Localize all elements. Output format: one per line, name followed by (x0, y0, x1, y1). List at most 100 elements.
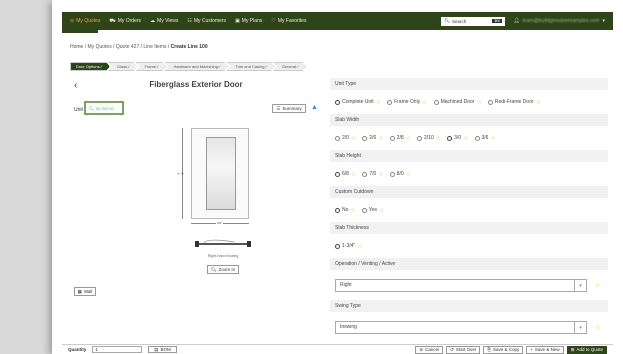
door-preview (191, 128, 249, 219)
radio-option[interactable]: 2/10 ☆ (417, 135, 441, 142)
door-title: Fiberglass Exterior Door (149, 80, 243, 89)
radio-icon[interactable] (417, 135, 423, 141)
radio-selected-icon[interactable] (335, 207, 340, 213)
radio-option[interactable]: Yes ☆ (361, 207, 384, 214)
radio-option[interactable]: 8/0 ☆ (389, 171, 411, 178)
wall-label: Wall (83, 289, 93, 294)
star-icon[interactable]: ☆ (436, 135, 441, 142)
star-icon[interactable]: ☆ (379, 207, 384, 214)
radio-icon[interactable] (387, 99, 393, 105)
step-label: Frame (144, 64, 157, 69)
chevron-down-icon: ▾ (574, 321, 586, 334)
breadcrumb-item[interactable]: Line Items (143, 44, 166, 50)
summary-button[interactable]: ☰ Summary (272, 104, 306, 113)
radio-option[interactable]: 2/0 ☆ (335, 135, 356, 142)
radio-icon[interactable] (361, 207, 367, 213)
cancel-button[interactable]: ⊘ Cancel (415, 345, 444, 354)
nav-item-label: My Views (157, 18, 179, 24)
unit-price-button[interactable]: 🔍︎ $1,000.00 (84, 101, 124, 115)
star-icon[interactable]: ☆ (463, 135, 468, 142)
add-to-quote-button[interactable]: ⊞ Add to Quote (566, 345, 607, 354)
chevron-down-icon: ▾ (574, 279, 586, 292)
radio-option[interactable]: 1-3/4" ☆ (335, 243, 363, 250)
star-icon[interactable]: ☆ (490, 135, 495, 142)
plus-icon: + (530, 347, 533, 352)
bom-button[interactable]: ▤ BOM (148, 346, 177, 353)
quantity-label: Quantity (68, 347, 87, 352)
swing-diagram (195, 239, 251, 247)
radio-icon[interactable] (389, 135, 395, 141)
zoom-label: Zoom In (218, 267, 236, 272)
breadcrumb-item[interactable]: My Quotes (88, 44, 112, 50)
radio-icon[interactable] (389, 171, 395, 177)
search-button[interactable]: 🔍︎ Search ⌘K (441, 16, 506, 26)
radio-option[interactable]: 6/8 ☆ (335, 171, 356, 178)
star-icon[interactable]: ☆ (536, 99, 541, 106)
radio-selected-icon[interactable] (335, 243, 340, 249)
radio-icon[interactable] (335, 135, 340, 141)
wall-button[interactable]: ▦ Wall (74, 287, 96, 296)
zoom-in-button[interactable]: 🔍︎ Zoom In (207, 265, 239, 274)
radio-option[interactable]: Frame Only ☆ (387, 99, 428, 106)
star-icon[interactable]: ☆ (350, 207, 355, 214)
quantity-input[interactable]: 1 (92, 346, 143, 353)
radio-option[interactable]: Redi-Frame Door ☆ (487, 99, 541, 106)
radio-icon[interactable] (433, 99, 439, 105)
nav-item-my-favorites[interactable]: ♡ My Favorites (271, 18, 306, 25)
radio-icon[interactable] (362, 135, 368, 141)
star-icon[interactable]: ☆ (595, 282, 600, 289)
select-swing-type[interactable]: Inswing ▾ (335, 320, 587, 334)
radio-selected-icon[interactable] (335, 99, 340, 105)
start-over-button[interactable]: ↺ Start Over (446, 345, 481, 354)
step-door-options[interactable]: Door Options ✓ (70, 62, 110, 71)
breadcrumb-item[interactable]: Quote 427 (116, 44, 139, 50)
step-frame[interactable]: Frame ✓ (136, 62, 167, 71)
star-icon[interactable]: ☆ (595, 324, 600, 331)
section-header: Slab Height (330, 150, 608, 162)
star-icon[interactable]: ☆ (422, 99, 427, 106)
radio-icon[interactable] (362, 171, 368, 177)
radio-selected-icon[interactable] (335, 171, 340, 177)
star-icon[interactable]: ☆ (351, 171, 356, 178)
nav-item-my-plans[interactable]: ▣ My Plans (235, 18, 262, 25)
nav-item-my-orders[interactable]: ⛟ My Orders (109, 18, 141, 25)
radio-option[interactable]: 3/0 ☆ (447, 135, 469, 142)
cart-icon: ⊞ (570, 346, 575, 352)
radio-selected-icon[interactable] (447, 135, 453, 141)
select-operation-venting-active[interactable]: Right ▾ (335, 278, 587, 292)
save-copy-button[interactable]: ⎘ Save & Copy (483, 345, 524, 354)
top-nav: ⊙ My Quotes ⛟ My Orders ☁ My Views ☷ My Custome… (62, 12, 613, 30)
step-glass[interactable]: Glass ✓ (108, 62, 138, 71)
radio-option[interactable]: Complete Unit ☆ (335, 99, 381, 106)
star-icon[interactable]: ☆ (477, 99, 482, 106)
radio-option[interactable]: No ☆ (335, 207, 356, 214)
radio-option[interactable]: 2/6 ☆ (362, 135, 384, 142)
step-trim-and-casing[interactable]: Trim and Casing ✓ (226, 62, 275, 71)
star-icon[interactable]: ☆ (378, 135, 383, 142)
star-icon[interactable]: ☆ (406, 171, 411, 178)
radio-option[interactable]: 3/6 ☆ (474, 135, 496, 142)
star-icon[interactable]: ☆ (378, 171, 383, 178)
step-general[interactable]: General ✓ (273, 62, 307, 71)
warning-icon[interactable]: ▲ (311, 104, 318, 111)
unit-label: Unit (74, 107, 83, 113)
star-icon[interactable]: ☆ (406, 135, 411, 142)
star-icon[interactable]: ☆ (376, 99, 381, 106)
radio-icon[interactable] (487, 99, 493, 105)
star-icon[interactable]: ☆ (357, 243, 362, 250)
nav-item-my-views[interactable]: ☁ My Views (150, 18, 178, 25)
star-icon[interactable]: ☆ (351, 135, 356, 142)
undo-icon: ↺ (450, 346, 454, 352)
radio-icon[interactable] (474, 135, 480, 141)
save-new-button[interactable]: + Save & New (526, 345, 564, 354)
nav-item-my-quotes[interactable]: ⊙ My Quotes (70, 18, 100, 25)
user-menu[interactable]: 👤︎ learn@buildgenuineexamples.com ▾ (513, 18, 605, 24)
breadcrumb-item[interactable]: Home (70, 44, 83, 50)
section-header: Swing Type (330, 300, 608, 312)
radio-option[interactable]: 2/8 ☆ (389, 135, 411, 142)
select-value: Right (340, 282, 352, 288)
radio-option[interactable]: Machined Door ☆ (433, 99, 482, 106)
step-hardware-and-machining[interactable]: Hardware and Machining ✓ (164, 62, 228, 71)
radio-option[interactable]: 7/0 ☆ (362, 171, 384, 178)
nav-item-my-customers[interactable]: ☷ My Customers (187, 18, 226, 25)
